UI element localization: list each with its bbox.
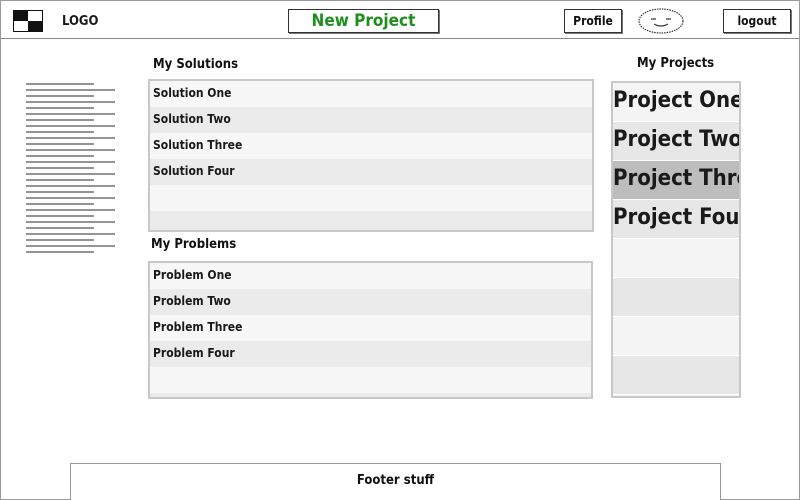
- logo-text[interactable]: LOGO: [62, 14, 98, 29]
- my-problems-title: My Problems: [151, 237, 237, 252]
- new-project-button[interactable]: New Project: [288, 9, 439, 33]
- solution-list-item[interactable]: Solution One: [150, 81, 592, 107]
- project-list-item[interactable]: [613, 278, 739, 317]
- problems-list[interactable]: Problem One Problem Two Problem Three Probl…: [148, 261, 593, 399]
- problem-list-item[interactable]: Problem Two: [150, 289, 591, 315]
- header-bar: LOGO New Project Profile logout: [1, 1, 799, 39]
- solution-list-item[interactable]: Solution Two: [150, 107, 592, 133]
- project-list-item[interactable]: Project Three: [613, 161, 739, 200]
- solution-list-item[interactable]: [150, 211, 592, 230]
- solution-list-item[interactable]: Solution Four: [150, 159, 592, 185]
- problem-list-item[interactable]: [150, 393, 591, 397]
- problem-list-item[interactable]: Problem One: [150, 263, 591, 289]
- solution-list-item[interactable]: Solution Three: [150, 133, 592, 159]
- solution-list-item[interactable]: [150, 185, 592, 211]
- my-solutions-title: My Solutions: [153, 57, 239, 72]
- solutions-list[interactable]: Solution One Solution Two Solution Three So…: [148, 79, 594, 232]
- logout-button[interactable]: logout: [723, 9, 791, 33]
- smiley-face-icon[interactable]: [637, 7, 685, 35]
- project-list-item[interactable]: Project Four: [613, 200, 739, 239]
- project-list-item[interactable]: [613, 239, 739, 278]
- project-list-item[interactable]: Project Two: [613, 122, 739, 161]
- project-list-item[interactable]: Project One: [613, 83, 739, 122]
- problem-list-item[interactable]: Problem Four: [150, 341, 591, 367]
- project-list-item[interactable]: [613, 356, 739, 395]
- projects-list[interactable]: Project OneProject TwoProject ThreeProje…: [611, 81, 741, 398]
- footer: Footer stuff: [70, 463, 721, 500]
- problem-list-item[interactable]: Problem Three: [150, 315, 591, 341]
- my-projects-title: My Projects: [637, 56, 715, 71]
- project-list-item[interactable]: [613, 317, 739, 356]
- left-nav-placeholder: [26, 83, 115, 253]
- logo-mark-icon[interactable]: [13, 10, 43, 32]
- profile-button[interactable]: Profile: [564, 9, 622, 33]
- problem-list-item[interactable]: [150, 367, 591, 393]
